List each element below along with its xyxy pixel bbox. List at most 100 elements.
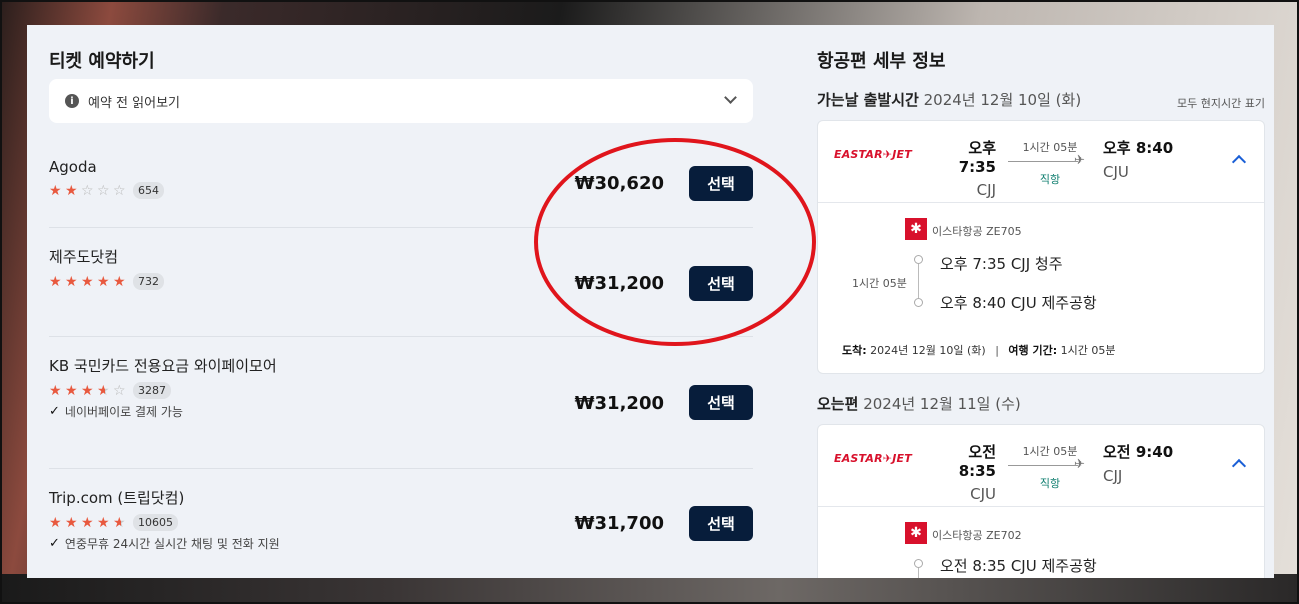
flight-summary[interactable]: EASTAR✈JET 오전 8:35 CJU 1시간 05분 ✈ 직항 오전 9… [818, 425, 1264, 507]
review-count: 732 [133, 273, 164, 290]
vendor-row: Agoda ★ ★ ☆ ☆ ☆ 654 ₩30,620 선택 [49, 158, 753, 218]
departure: 오후 7:35 CJJ [928, 137, 996, 199]
arrival-stop: 오후 8:40 CJU 제주공항 [940, 294, 1097, 312]
perk-text: 네이버페이로 결제 가능 [64, 405, 183, 419]
timeline-line [918, 264, 919, 298]
plane-icon: ✈ [1074, 153, 1085, 168]
vendor-row: Trip.com (트립닷컴) ★ ★ ★ ★ ★ 10605 ✓ 연중무휴 24시간 … [49, 487, 753, 567]
vendor-name: Trip.com (트립닷컴) [49, 489, 185, 507]
chevron-up-icon[interactable] [1231, 154, 1247, 170]
star-icon: ★ [65, 182, 78, 199]
perk: ✓ 연중무휴 24시간 실시간 채팅 및 전화 지원 [49, 535, 753, 552]
airline-logo: EASTAR✈JET [834, 452, 912, 465]
separator: | [995, 344, 999, 357]
notice-accordion[interactable]: i 예약 전 읽어보기 [49, 79, 753, 123]
star-icon: ★ [65, 273, 78, 290]
price: ₩31,700 [574, 513, 664, 534]
airline-logo: EASTAR✈JET [834, 148, 912, 161]
flight-details-title: 항공편 세부 정보 [817, 51, 946, 72]
check-icon: ✓ [49, 404, 60, 419]
star-icon: ★ [81, 273, 94, 290]
select-button[interactable]: 선택 [689, 385, 753, 420]
arrival-time: 오후 8:40 [1103, 139, 1174, 157]
return-label: 오는편 [817, 395, 859, 413]
direct-label: 직항 [1039, 173, 1061, 186]
timezone-note: 모두 현지시간 표기 [1177, 97, 1265, 110]
star-rating: ★ ★ ★ ★ ★ [49, 275, 129, 289]
chevron-down-icon[interactable] [724, 91, 737, 104]
price: ₩31,200 [574, 393, 664, 414]
route-line: ✈ [1008, 457, 1085, 472]
return-flight-card: EASTAR✈JET 오전 8:35 CJU 1시간 05분 ✈ 직항 오전 9… [817, 424, 1265, 578]
chevron-up-icon[interactable] [1231, 458, 1247, 474]
star-icon: ☆ [81, 182, 94, 199]
review-count: 10605 [133, 514, 178, 531]
select-button[interactable]: 선택 [689, 166, 753, 201]
vendor-name: 제주도닷컴 [49, 248, 119, 266]
arrival: 오전 9:40 CJJ [1103, 441, 1173, 485]
duration-block: 1시간 05분 ✈ 직항 [1008, 139, 1092, 187]
divider [49, 227, 753, 228]
star-icon: ★ [113, 273, 126, 290]
vendor-row: KB 국민카드 전용요금 와이페이모어 ★ ★ ★ ★ ☆ 3287 ✓ 네이버페이로 … [49, 355, 753, 435]
return-header: 오는편 2024년 12월 11일 (수) [817, 393, 1021, 414]
route-line: ✈ [1008, 153, 1085, 168]
background-photo [0, 574, 1299, 604]
departure-stop: 오전 8:35 CJU 제주공항 [940, 557, 1097, 575]
star-icon: ★ [49, 273, 62, 290]
divider [49, 468, 753, 469]
star-icon: ★ [49, 514, 62, 531]
price: ₩31,200 [574, 273, 664, 294]
flight-summary[interactable]: EASTAR✈JET 오후 7:35 CJJ 1시간 05분 ✈ 직항 오후 8… [818, 121, 1264, 203]
departure-dot [914, 559, 923, 568]
arrival-time: 오전 9:40 [1103, 443, 1174, 461]
star-icon: ★ [49, 382, 62, 399]
star-icon: ★ [65, 382, 78, 399]
airline-icon: ✱ [905, 522, 927, 544]
arrival-label: 도착: [842, 344, 867, 357]
star-icon: ☆ [113, 382, 126, 399]
vendor-name: KB 국민카드 전용요금 와이페이모어 [49, 357, 277, 375]
price: ₩30,620 [574, 173, 664, 194]
airline-flight: 이스타항공 ZE702 [932, 529, 1022, 542]
outbound-date: 2024년 12월 10일 (화) [923, 91, 1082, 109]
divider [49, 336, 753, 337]
outbound-flight-card: EASTAR✈JET 오후 7:35 CJJ 1시간 05분 ✈ 직항 오후 8… [817, 120, 1265, 374]
arrival-info: 도착: 2024년 12월 10일 (화) | 여행 기간: 1시간 05분 [842, 342, 1115, 358]
timeline-line [918, 568, 919, 578]
review-count: 3287 [133, 382, 171, 399]
star-icon: ★ [65, 514, 78, 531]
direct-label: 직항 [1039, 477, 1061, 490]
departure-stop: 오후 7:35 CJJ 청주 [940, 255, 1063, 273]
arrival-code: CJU [1103, 163, 1129, 181]
arrival-dot [914, 298, 923, 307]
star-icon: ★ [113, 516, 129, 530]
info-icon: i [65, 94, 79, 108]
star-icon: ☆ [113, 182, 126, 199]
return-date: 2024년 12월 11일 (수) [863, 395, 1021, 413]
travel-duration: 1시간 05분 [1060, 344, 1116, 357]
star-icon: ★ [97, 384, 113, 398]
star-icon: ★ [97, 273, 110, 290]
star-rating: ★ ★ ☆ ☆ ☆ [49, 184, 129, 198]
vendor-row: 제주도닷컴 ★ ★ ★ ★ ★ 732 ₩31,200 선택 [49, 246, 753, 306]
arrival-code: CJJ [1103, 467, 1123, 485]
star-icon: ★ [81, 382, 94, 399]
outbound-header: 가는날 출발시간 2024년 12월 10일 (화) [817, 89, 1081, 110]
star-rating: ★ ★ ★ ★ ★ [49, 516, 129, 530]
departure: 오전 8:35 CJU [928, 441, 996, 503]
select-button[interactable]: 선택 [689, 266, 753, 301]
perk-text: 연중무휴 24시간 실시간 채팅 및 전화 지원 [64, 537, 280, 551]
star-icon: ★ [81, 514, 94, 531]
booking-panel: 티켓 예약하기 i 예약 전 읽어보기 Agoda ★ ★ ☆ ☆ ☆ 654 ₩30,… [27, 25, 1274, 578]
arrival: 오후 8:40 CJU [1103, 137, 1173, 181]
star-icon: ★ [49, 182, 62, 199]
departure-code: CJU [970, 485, 996, 503]
star-icon: ★ [97, 514, 110, 531]
notice-label: 예약 전 읽어보기 [88, 95, 180, 111]
departure-time: 오전 8:35 [958, 443, 996, 480]
plane-icon: ✈ [1074, 457, 1085, 472]
star-rating: ★ ★ ★ ★ ☆ [49, 384, 129, 398]
select-button[interactable]: 선택 [689, 506, 753, 541]
check-icon: ✓ [49, 536, 60, 551]
